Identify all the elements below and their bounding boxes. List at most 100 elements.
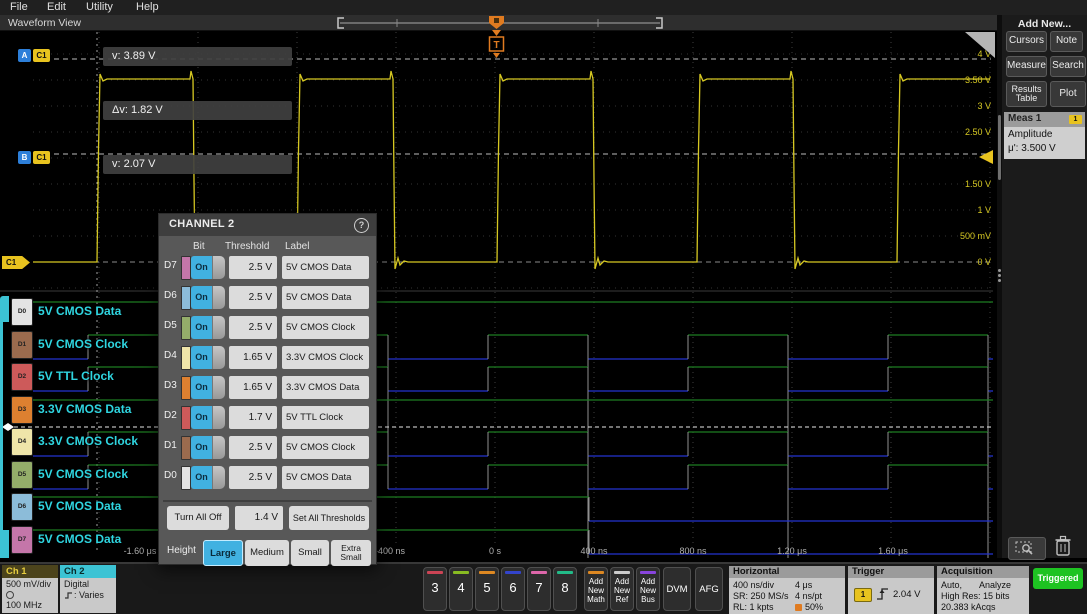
acquisition-analyze: Analyze [979,580,1011,590]
voltage-label: 1.50 V [931,179,991,189]
afg-button[interactable]: AFG [695,567,723,611]
label-field[interactable]: 5V CMOS Data [282,286,369,309]
dialog-header[interactable]: CHANNEL 2 ? [159,214,376,236]
ch2-threshold: : Varies [74,590,104,601]
channel-7-button[interactable]: 7 [527,567,551,611]
ch2-mode: Digital [64,579,116,590]
threshold-field[interactable]: 1.65 V [229,376,277,399]
add-new-bus-button[interactable]: AddNewBus [636,567,660,611]
threshold-field[interactable]: 2.5 V [229,286,277,309]
threshold-field[interactable]: 2.5 V [229,256,277,279]
add-new-ref-button[interactable]: AddNewRef [610,567,634,611]
divider [163,500,372,502]
label-field[interactable]: 5V CMOS Data [282,256,369,279]
bit-toggle-knob[interactable] [212,376,225,399]
bit-toggle[interactable]: On [191,436,212,459]
label-field[interactable]: 5V TTL Clock [282,406,369,429]
dvm-button[interactable]: DVM [663,567,691,611]
digital-group-handle-bottom[interactable] [0,530,9,558]
digital-group-handle[interactable] [0,296,9,322]
ch2-badge[interactable]: Ch 2 Digital : Varies [60,565,116,613]
threshold-field[interactable]: 2.5 V [229,436,277,459]
threshold-field[interactable]: 2.5 V [229,316,277,339]
menu-file[interactable]: File [10,1,28,13]
trigger-panel[interactable]: Trigger 1 2.04 V [848,566,934,614]
cursor-a-source-badge[interactable]: C1 [33,49,50,62]
trigger-indicator-flag[interactable]: T [488,30,506,60]
bit-chip: D0 [11,298,33,326]
acquisition-panel[interactable]: Acquisition Auto, Analyze High Res: 15 b… [937,566,1029,614]
height-label: Height [167,545,196,556]
trigger-position-marker[interactable] [489,16,504,29]
height-option-medium[interactable]: Medium [245,540,289,566]
time-label: 400 ns [564,546,624,556]
channel-5-button[interactable]: 5 [475,567,499,611]
add-new-math-button[interactable]: AddNewMath [584,567,608,611]
cursors-button[interactable]: Cursors [1006,31,1047,52]
bit-toggle-knob[interactable] [212,466,225,489]
bit-chip [181,316,191,340]
bit-toggle-knob[interactable] [212,286,225,309]
channel-8-button[interactable]: 8 [553,567,577,611]
waveform-display[interactable]: A C1 v: 3.89 V Δv: 1.82 V B C1 v: 2.07 V… [0,30,997,558]
label-field[interactable]: 5V CMOS Data [282,466,369,489]
menu-utility[interactable]: Utility [86,1,113,13]
bit-row: D1 On 2.5 V 5V CMOS Clock [159,434,376,464]
menu-edit[interactable]: Edit [47,1,66,13]
ch1-badge[interactable]: Ch 1 500 mV/div 100 MHz [2,565,58,613]
label-field[interactable]: 5V CMOS Clock [282,436,369,459]
channel-3-button[interactable]: 3 [423,567,447,611]
bit-toggle-knob[interactable] [212,316,225,339]
bit-toggle[interactable]: On [191,376,212,399]
scrollbar-thumb[interactable] [998,115,1001,180]
plot-button[interactable]: Plot [1050,81,1086,107]
ch1-bandwidth: 100 MHz [6,600,42,611]
threshold-field[interactable]: 1.65 V [229,346,277,369]
meas1-badge[interactable]: Meas 1 1 Amplitude μ': 3.500 V [1004,112,1085,159]
bit-toggle[interactable]: On [191,406,212,429]
results-table-button[interactable]: Results Table [1006,81,1047,107]
label-field[interactable]: 5V CMOS Clock [282,316,369,339]
horizontal-scale: 400 ns/div [733,580,774,590]
menu-help[interactable]: Help [136,1,159,13]
height-option-large[interactable]: Large [203,540,243,566]
bit-toggle-knob[interactable] [212,406,225,429]
zoom-select-button[interactable] [1008,537,1046,560]
channel2-dialog[interactable]: CHANNEL 2 ? Bit Threshold Label D7 On 2.… [158,213,377,565]
settings-bar: Ch 1 500 mV/div 100 MHz Ch 2 Digital : V… [0,562,1087,614]
column-header-bit: Bit [193,241,205,252]
voltage-label: 3.50 V [931,75,991,85]
note-button[interactable]: Note [1050,31,1083,52]
threshold-field[interactable]: 2.5 V [229,466,277,489]
cursor-a-badge[interactable]: A [18,49,31,62]
help-icon[interactable]: ? [354,218,369,233]
height-option-small[interactable]: Small [291,540,329,566]
all-threshold-field[interactable]: 1.4 V [235,506,283,530]
measure-button[interactable]: Measure [1006,56,1047,77]
height-option-extra-small[interactable]: Extra Small [331,540,371,566]
channel-4-button[interactable]: 4 [449,567,473,611]
channel-6-button[interactable]: 6 [501,567,525,611]
ch1-body: 500 mV/div 100 MHz [2,578,58,613]
trash-button[interactable] [1053,534,1073,558]
bit-toggle[interactable]: On [191,286,212,309]
search-button[interactable]: Search [1050,56,1086,77]
turn-all-off-button[interactable]: Turn All Off [167,506,229,530]
bit-toggle-knob[interactable] [212,436,225,459]
set-all-thresholds-button[interactable]: Set All Thresholds [289,506,369,530]
threshold-field[interactable]: 1.7 V [229,406,277,429]
bit-toggle[interactable]: On [191,466,212,489]
bit-toggle-knob[interactable] [212,256,225,279]
cursor-b-badge[interactable]: B [18,151,31,164]
zoom-corner-handle[interactable] [965,32,995,58]
horizontal-panel[interactable]: Horizontal 400 ns/div 4 μs SR: 250 MS/s … [729,566,845,614]
bit-toggle[interactable]: On [191,316,212,339]
bit-toggle-knob[interactable] [212,346,225,369]
bit-toggle[interactable]: On [191,346,212,369]
bit-chip: D2 [11,363,33,391]
bit-toggle[interactable]: On [191,256,212,279]
label-field[interactable]: 3.3V CMOS Clock [282,346,369,369]
label-field[interactable]: 3.3V CMOS Data [282,376,369,399]
cursor-b-source-badge[interactable]: C1 [33,151,50,164]
meas1-header: Meas 1 1 [1004,112,1085,127]
